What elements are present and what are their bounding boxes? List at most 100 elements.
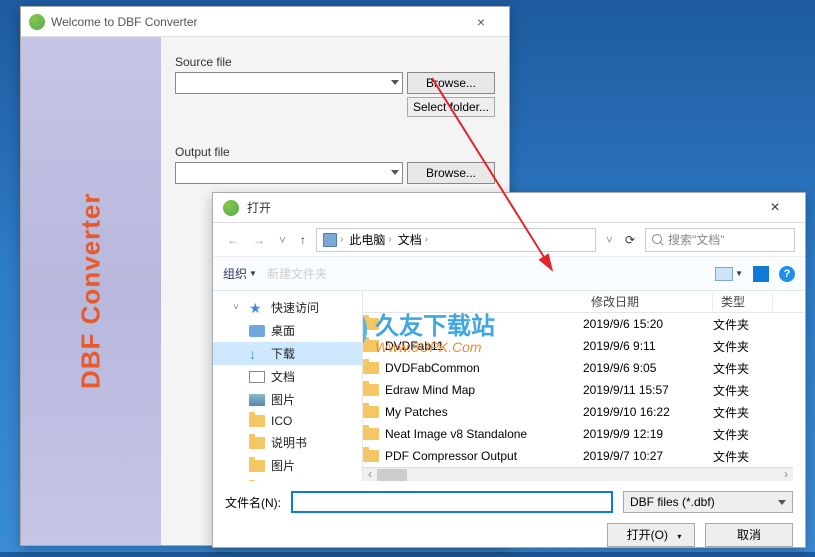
sidebar-item-label: 图片 — [271, 457, 295, 474]
file-type: 文件夹 — [713, 338, 773, 355]
search-input[interactable]: 搜索"文档" — [645, 228, 795, 252]
file-type: 文件夹 — [713, 316, 773, 333]
table-row[interactable]: Neat Image v8 Standalone2019/9/9 12:19文件… — [363, 423, 805, 445]
sidebar-item[interactable]: 图片 — [213, 454, 362, 477]
search-icon — [652, 234, 664, 246]
docs-icon — [249, 371, 265, 383]
back-button[interactable]: ← — [223, 231, 243, 249]
file-list-header: 修改日期 类型 — [363, 291, 805, 313]
download-icon: ↓ — [249, 348, 265, 360]
folder-icon — [363, 450, 379, 462]
file-type: 文件夹 — [713, 448, 773, 465]
output-browse-button[interactable]: Browse... — [407, 162, 495, 184]
folder-icon — [363, 384, 379, 396]
sidebar-item[interactable]: 桌面 — [213, 319, 362, 342]
file-name: DVDFabCommon — [385, 361, 480, 375]
organize-menu[interactable]: 组织 ▼ — [223, 265, 257, 282]
file-list: 久友下载站 Www.9UPK.Com 修改日期 类型 2019/9/6 15:2… — [363, 291, 805, 481]
file-date: 2019/9/6 9:05 — [583, 361, 713, 375]
banner: DBF Converter — [21, 37, 161, 545]
sidebar-item[interactable]: ↓ 下载 — [213, 342, 362, 365]
file-name: My Patches — [385, 405, 448, 419]
scroll-left-button[interactable]: ‹ — [363, 468, 377, 482]
folder-icon — [363, 362, 379, 374]
table-row[interactable]: PDF Compressor Output2019/9/7 10:27文件夹 — [363, 445, 805, 467]
sidebar-item[interactable]: 图片 — [213, 388, 362, 411]
preview-pane-button[interactable] — [753, 266, 769, 282]
close-button[interactable]: × — [461, 14, 501, 30]
table-row[interactable]: My Patches 2019/9/10 16:22文件夹 — [363, 401, 805, 423]
help-button[interactable]: ? — [779, 266, 795, 282]
sidebar-item-label: 文档 — [271, 368, 295, 385]
file-date: 2019/9/6 15:20 — [583, 317, 713, 331]
desktop-icon — [249, 325, 265, 337]
file-date: 2019/9/6 9:11 — [583, 339, 713, 353]
list-view-icon — [715, 267, 733, 281]
sidebar: ˅★快速访问桌面↓下载文档图片ICO说明书图片未传 — [213, 291, 363, 481]
toolbar: 组织 ▼ 新建文件夹 ▼ ? — [213, 257, 805, 291]
folder-icon — [363, 406, 379, 418]
folder-icon — [363, 428, 379, 440]
dialog-close-button[interactable]: × — [755, 199, 795, 217]
source-file-combo[interactable] — [175, 72, 403, 94]
breadcrumb-pc: 此电脑› — [347, 231, 393, 248]
sidebar-item-label: 桌面 — [271, 322, 295, 339]
horizontal-scrollbar[interactable]: ‹ › — [363, 467, 793, 481]
table-row[interactable]: 2019/9/6 15:20文件夹 — [363, 313, 805, 335]
sidebar-item[interactable]: 文档 — [213, 365, 362, 388]
file-open-dialog: 打开 × ← → ˅ ↑ › 此电脑› 文档› ˅ ⟳ 搜索"文档" 组织 ▼ … — [212, 192, 806, 548]
source-browse-button[interactable]: Browse... — [407, 72, 495, 94]
file-date: 2019/9/7 10:27 — [583, 449, 713, 463]
dialog-app-icon — [223, 200, 239, 216]
output-file-combo[interactable] — [175, 162, 403, 184]
sidebar-item[interactable]: 说明书 — [213, 431, 362, 454]
up-button[interactable]: ↑ — [296, 231, 310, 249]
sidebar-item[interactable]: 未传 — [213, 477, 362, 481]
folder-icon — [363, 340, 379, 352]
table-row[interactable]: Edraw Mind Map2019/9/11 15:57文件夹 — [363, 379, 805, 401]
col-type[interactable]: 类型 — [713, 293, 773, 310]
folder-icon — [249, 460, 265, 472]
sidebar-item[interactable]: ICO — [213, 411, 362, 431]
breadcrumb-dropdown[interactable]: ˅ — [602, 231, 617, 249]
scrollbar-thumb[interactable] — [377, 469, 407, 481]
filename-input[interactable] — [291, 491, 613, 513]
titlebar: Welcome to DBF Converter × — [21, 7, 509, 37]
file-name: Neat Image v8 Standalone — [385, 427, 527, 441]
new-folder-button[interactable]: 新建文件夹 — [267, 265, 327, 282]
open-button[interactable]: 打开(O) ▾ — [607, 523, 695, 547]
sidebar-item-label: 下载 — [271, 345, 295, 362]
sidebar-item-label: 未传 — [271, 480, 295, 481]
refresh-button[interactable]: ⟳ — [621, 231, 639, 249]
forward-button[interactable]: → — [249, 231, 269, 249]
sidebar-item-label: 说明书 — [271, 434, 307, 451]
filetype-combo[interactable]: DBF files (*.dbf) — [623, 491, 793, 513]
dialog-title: 打开 — [247, 199, 755, 216]
folder-icon — [363, 318, 379, 330]
breadcrumb-docs: 文档› — [396, 231, 430, 248]
window-title: Welcome to DBF Converter — [51, 15, 461, 29]
file-type: 文件夹 — [713, 404, 773, 421]
file-type: 文件夹 — [713, 360, 773, 377]
file-type: 文件夹 — [713, 426, 773, 443]
sidebar-item[interactable]: ˅★快速访问 — [213, 296, 362, 319]
table-row[interactable]: DVDFab11 2019/9/6 9:11文件夹 — [363, 335, 805, 357]
breadcrumb[interactable]: › 此电脑› 文档› — [316, 228, 596, 252]
sidebar-item-label: 快速访问 — [271, 299, 319, 316]
folder-icon — [249, 437, 265, 449]
cancel-button[interactable]: 取消 — [705, 523, 793, 547]
app-icon — [29, 14, 45, 30]
output-file-label: Output file — [175, 145, 495, 159]
recent-dropdown[interactable]: ˅ — [275, 231, 290, 249]
pics-icon — [249, 394, 265, 406]
scroll-right-button[interactable]: › — [779, 468, 793, 482]
table-row[interactable]: DVDFabCommon 2019/9/6 9:05文件夹 — [363, 357, 805, 379]
select-folder-button[interactable]: Select folder... — [407, 97, 495, 117]
folder-icon — [249, 415, 265, 427]
file-name: DVDFab11 — [385, 339, 443, 353]
sidebar-item-label: ICO — [271, 414, 292, 428]
file-date: 2019/9/10 16:22 — [583, 405, 713, 419]
sidebar-item-label: 图片 — [271, 391, 295, 408]
col-date[interactable]: 修改日期 — [583, 293, 713, 310]
view-options-button[interactable]: ▼ — [715, 267, 743, 281]
